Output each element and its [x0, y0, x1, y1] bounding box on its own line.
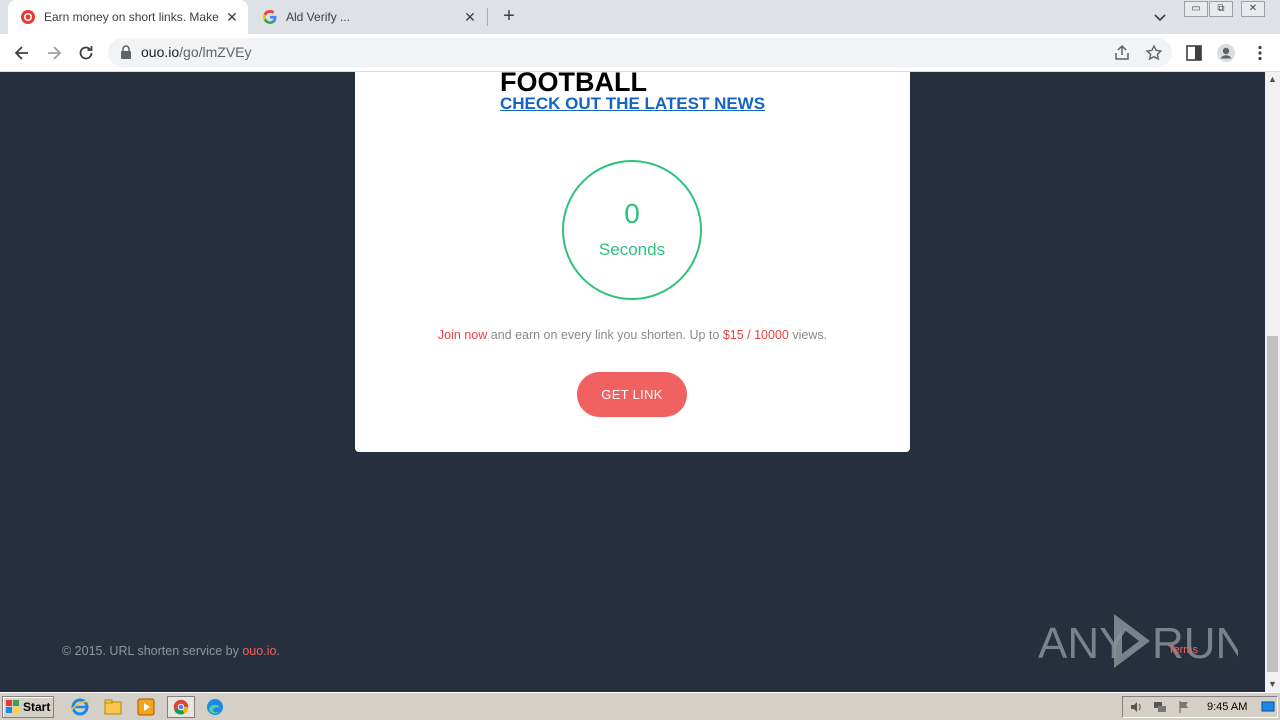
file-explorer-icon[interactable]: [102, 697, 124, 717]
footer-brand-link[interactable]: ouo.io: [242, 644, 276, 658]
page-viewport: FOOTBALL CHECK OUT THE LATEST NEWS 0 Sec…: [0, 72, 1265, 692]
footer-prefix: © 2015. URL shorten service by: [62, 644, 243, 658]
back-icon[interactable]: [12, 43, 32, 63]
internet-explorer-icon[interactable]: [69, 697, 91, 717]
anyrun-watermark-logo: ANY RUN: [1038, 614, 1238, 668]
scroll-up-icon[interactable]: ▲: [1265, 72, 1280, 87]
tab-title: Earn money on short links. Make sho: [44, 10, 222, 24]
countdown-timer: 0 Seconds: [562, 160, 702, 300]
taskbar-clock[interactable]: 9:45 AM: [1207, 697, 1247, 717]
side-panel-icon[interactable]: [1184, 43, 1204, 63]
profile-avatar-icon[interactable]: [1216, 43, 1236, 63]
promo-rate: $15 / 10000: [722, 328, 789, 342]
get-link-button[interactable]: GET LINK: [577, 372, 687, 417]
volume-icon[interactable]: [1129, 700, 1143, 714]
tab-ouo[interactable]: Earn money on short links. Make sho ✕: [8, 0, 248, 34]
show-desktop-icon[interactable]: [1261, 700, 1275, 714]
scroll-thumb[interactable]: [1267, 336, 1278, 672]
start-label: Start: [23, 700, 51, 714]
network-icon[interactable]: [1153, 700, 1167, 714]
promo-text: Join now and earn on every link you shor…: [355, 328, 910, 342]
menu-dots-icon[interactable]: [1250, 43, 1270, 63]
tab-search-chevron-icon[interactable]: [1152, 9, 1168, 25]
page-scrollbar[interactable]: ▲ ▼: [1265, 72, 1280, 692]
system-tray: 9:45 AM: [1122, 696, 1278, 718]
chrome-taskbar-icon[interactable]: [167, 696, 195, 718]
start-button[interactable]: Start: [2, 696, 54, 718]
minimize-icon[interactable]: ▭: [1184, 1, 1208, 17]
address-bar[interactable]: ouo.io/go/lmZVEy: [108, 38, 1172, 67]
tab-close-icon[interactable]: ✕: [460, 9, 480, 26]
join-now-link[interactable]: Join now: [438, 328, 487, 342]
new-tab-icon[interactable]: +: [498, 5, 520, 27]
tab-close-icon[interactable]: ✕: [222, 9, 242, 26]
footer-suffix: .: [276, 644, 280, 658]
tab-title: Ald Verify ...: [286, 10, 351, 24]
google-favicon-icon: [263, 10, 277, 24]
promo-end: views.: [788, 328, 828, 342]
edge-icon[interactable]: [204, 697, 226, 717]
close-window-icon[interactable]: ✕: [1241, 1, 1265, 17]
windows-taskbar: Start 9:45 AM: [0, 692, 1280, 720]
browser-toolbar: ouo.io/go/lmZVEy: [0, 34, 1280, 72]
ouo-favicon-icon: [21, 10, 35, 24]
restore-icon[interactable]: ⧉: [1209, 1, 1233, 17]
footer-copyright: © 2015. URL shorten service by ouo.io.: [62, 644, 280, 658]
tab-ald-verify[interactable]: Ald Verify ... ✕: [250, 0, 486, 34]
countdown-value: 0: [624, 198, 640, 229]
forward-icon[interactable]: [44, 43, 64, 63]
bookmark-star-icon[interactable]: [1145, 44, 1163, 62]
terms-link[interactable]: Terms: [1168, 644, 1198, 656]
share-icon[interactable]: [1113, 44, 1131, 62]
media-player-icon[interactable]: [135, 697, 157, 717]
url-path: /go/lmZVEy: [179, 44, 252, 60]
action-center-flag-icon[interactable]: [1177, 700, 1191, 714]
reload-icon[interactable]: [76, 43, 96, 63]
countdown-unit: Seconds: [598, 240, 666, 259]
promo-middle: and earn on every link you shorten. Up t…: [487, 328, 723, 342]
scroll-down-icon[interactable]: ▼: [1265, 677, 1280, 692]
tab-separator: [487, 8, 488, 26]
url-host: ouo.io: [141, 44, 180, 60]
tab-strip: Earn money on short links. Make sho ✕ Al…: [0, 0, 1280, 34]
ad-news-link[interactable]: CHECK OUT THE LATEST NEWS: [500, 94, 765, 114]
url-text[interactable]: ouo.io/go/lmZVEy: [141, 38, 252, 67]
content-card: FOOTBALL CHECK OUT THE LATEST NEWS 0 Sec…: [355, 72, 910, 452]
lock-icon[interactable]: [120, 45, 132, 59]
windows-flag-icon: [6, 700, 19, 713]
